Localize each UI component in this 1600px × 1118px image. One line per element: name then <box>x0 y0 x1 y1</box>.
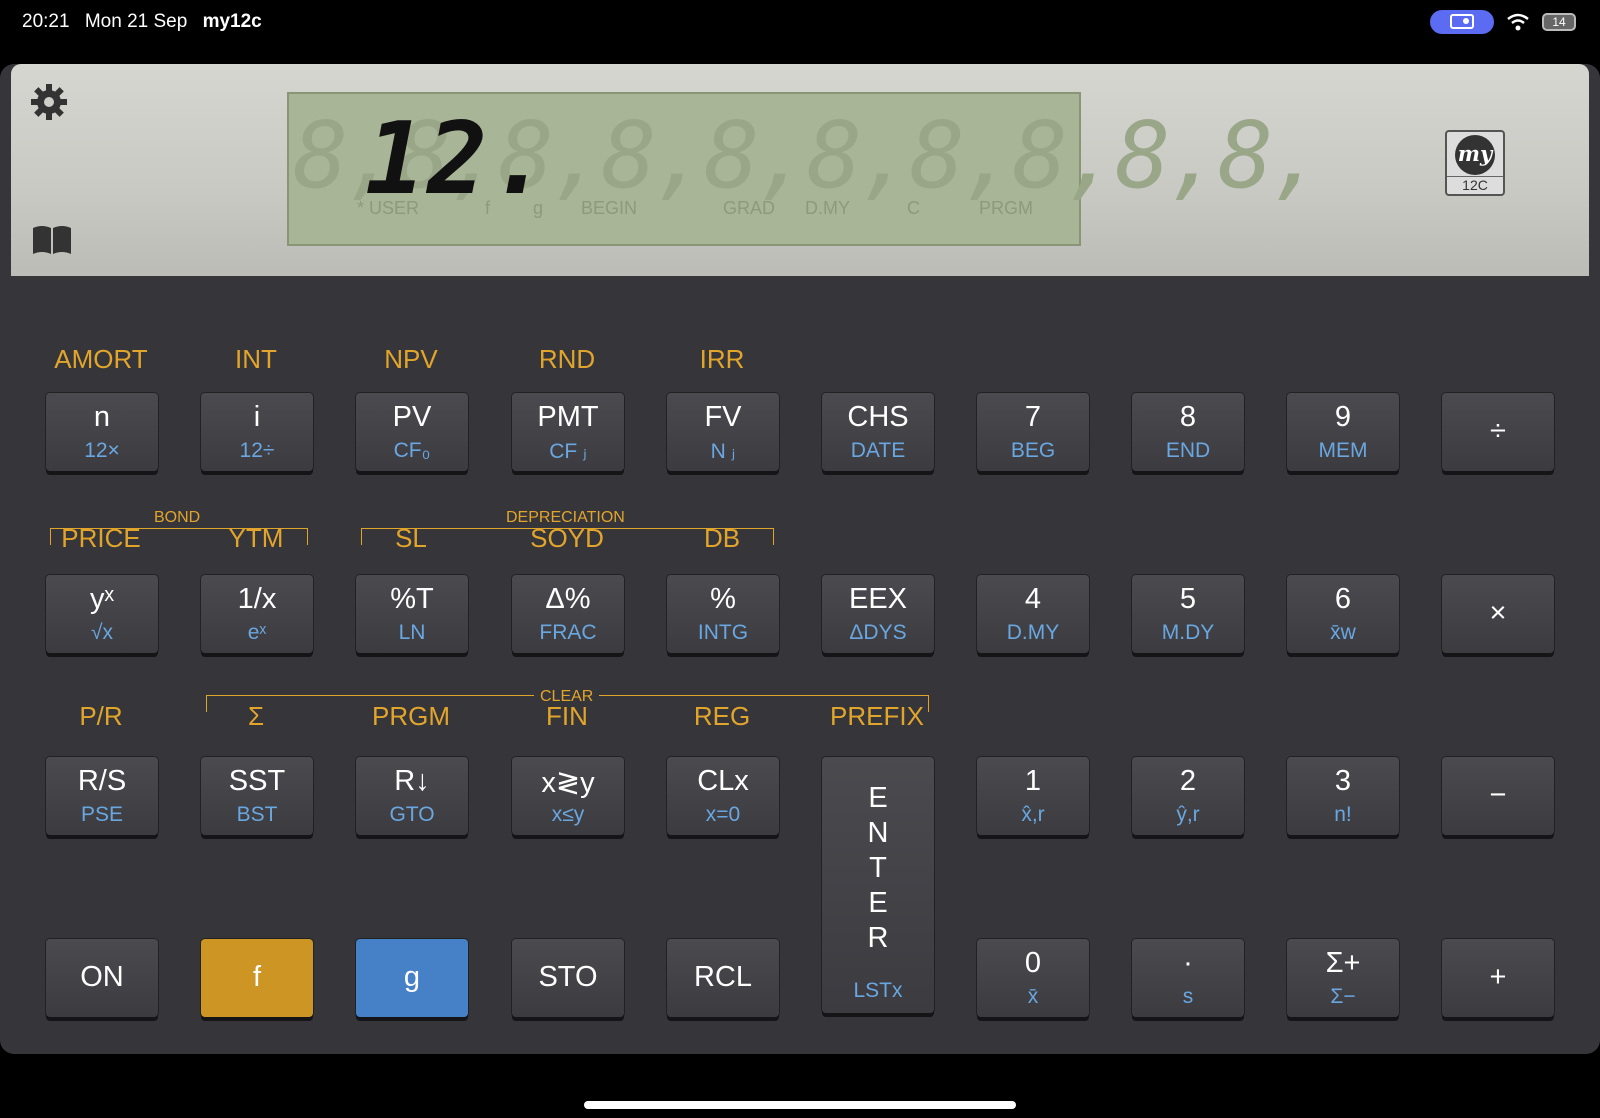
key-multiply[interactable]: × <box>1442 575 1554 653</box>
wifi-icon <box>1507 13 1529 31</box>
key-on[interactable]: ON <box>46 939 158 1017</box>
key-5[interactable]: 5 M.DY <box>1132 575 1244 653</box>
status-bar: 20:21 Mon 21 Sep my12c 14 <box>0 0 1600 44</box>
key-0[interactable]: 0 x̄ <box>977 939 1089 1017</box>
display-panel: 8,8,8,8,8,8,8,8,8,8, 12. * USER f g BEGI… <box>11 64 1589 276</box>
key-sto[interactable]: STO <box>512 939 624 1017</box>
book-icon[interactable] <box>31 222 73 256</box>
logo-mark: my <box>1455 135 1495 175</box>
f-label-price: PRICE <box>61 523 141 553</box>
f-label-irr: IRR <box>699 344 745 374</box>
f-label-reg: REG <box>693 701 751 731</box>
indicator-c: C <box>907 198 920 218</box>
indicator-g: g <box>533 198 544 218</box>
status-date: Mon 21 Sep <box>84 11 188 32</box>
key-g[interactable]: g <box>356 939 468 1017</box>
key-pmt[interactable]: PMT CF ⱼ <box>512 393 624 471</box>
f-label-sigma: Σ <box>247 701 265 731</box>
key-roll-down[interactable]: R↓ GTO <box>356 757 468 835</box>
key-divide[interactable]: ÷ <box>1442 393 1554 471</box>
f-label-sl: SL <box>395 523 427 553</box>
logo-number: 12C <box>1447 176 1503 193</box>
indicator-f: f <box>485 198 491 218</box>
my12c-logo: my 12C <box>1445 130 1505 196</box>
f-label-amort: AMORT <box>54 344 148 374</box>
key-y-power-x[interactable]: yˣ √x <box>46 575 158 653</box>
key-8[interactable]: 8 END <box>1132 393 1244 471</box>
key-enter[interactable]: E N T E R LSTx <box>822 757 934 1013</box>
home-indicator[interactable] <box>584 1101 1016 1109</box>
indicator-dmy: D.MY <box>805 198 850 218</box>
key-swap-xy[interactable]: x≷y x≤y <box>512 757 624 835</box>
f-label-soyd: SOYD <box>530 523 604 553</box>
indicator-prgm: PRGM <box>979 198 1033 218</box>
battery-level: 14 <box>1552 15 1566 29</box>
status-app-name: my12c <box>202 11 262 32</box>
key-i[interactable]: i 12÷ <box>201 393 313 471</box>
key-n[interactable]: n 12× <box>46 393 158 471</box>
key-9[interactable]: 9 MEM <box>1287 393 1399 471</box>
lcd-display: 8,8,8,8,8,8,8,8,8,8, 12. * USER f g BEGI… <box>287 92 1325 246</box>
f-label-prefix: PREFIX <box>830 701 924 731</box>
key-add[interactable]: + <box>1442 939 1554 1017</box>
key-4[interactable]: 4 D.MY <box>977 575 1089 653</box>
key-fv[interactable]: FV N ⱼ <box>667 393 779 471</box>
key-pv[interactable]: PV CF₀ <box>356 393 468 471</box>
f-label-fin: FIN <box>546 701 588 731</box>
f-label-pr: P/R <box>79 701 123 731</box>
key-2[interactable]: 2 ŷ,r <box>1132 757 1244 835</box>
key-clx[interactable]: CLx x=0 <box>667 757 779 835</box>
key-sigma-plus[interactable]: Σ+ Σ− <box>1287 939 1399 1017</box>
key-rcl[interactable]: RCL <box>667 939 779 1017</box>
indicator-user: * USER <box>357 198 420 218</box>
key-percent[interactable]: % INTG <box>667 575 779 653</box>
screen-share-icon[interactable] <box>1430 10 1494 34</box>
status-time: 20:21 <box>22 11 70 32</box>
indicator-begin: BEGIN <box>581 198 638 218</box>
key-7[interactable]: 7 BEG <box>977 393 1089 471</box>
f-label-db: DB <box>703 523 741 553</box>
key-run-stop[interactable]: R/S PSE <box>46 757 158 835</box>
key-6[interactable]: 6 x̄w <box>1287 575 1399 653</box>
key-reciprocal[interactable]: 1/x eˣ <box>201 575 313 653</box>
key-decimal[interactable]: · s <box>1132 939 1244 1017</box>
indicator-grad: GRAD <box>723 198 776 218</box>
key-chs[interactable]: CHS DATE <box>822 393 934 471</box>
key-f[interactable]: f <box>201 939 313 1017</box>
key-sst[interactable]: SST BST <box>201 757 313 835</box>
f-label-rnd: RND <box>538 344 596 374</box>
battery-icon: 14 <box>1542 13 1576 31</box>
key-3[interactable]: 3 n! <box>1287 757 1399 835</box>
f-label-ytm: YTM <box>228 523 284 553</box>
key-subtract[interactable]: − <box>1442 757 1554 835</box>
key-delta-percent[interactable]: Δ% FRAC <box>512 575 624 653</box>
key-percent-total[interactable]: %T LN <box>356 575 468 653</box>
calculator: 8,8,8,8,8,8,8,8,8,8, 12. * USER f g BEGI… <box>0 64 1600 1054</box>
f-label-npv: NPV <box>384 344 438 374</box>
key-eex[interactable]: EEX ΔDYS <box>822 575 934 653</box>
f-label-prgm: PRGM <box>372 701 450 731</box>
gear-icon[interactable] <box>29 82 69 122</box>
key-1[interactable]: 1 x̂,r <box>977 757 1089 835</box>
f-label-int: INT <box>235 344 277 374</box>
